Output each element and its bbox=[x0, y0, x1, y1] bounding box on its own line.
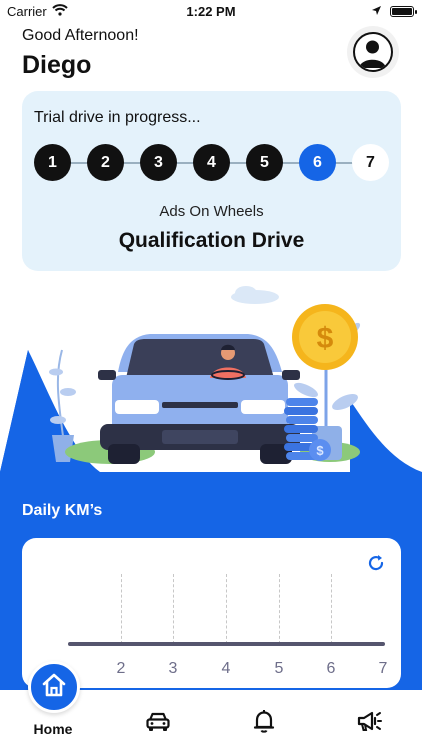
step-progress: 1 2 3 4 5 6 7 bbox=[34, 144, 389, 181]
grid-line bbox=[226, 574, 227, 644]
x-tick-label: 2 bbox=[116, 660, 126, 677]
tab-home-label: Home bbox=[33, 721, 73, 737]
tab-home[interactable] bbox=[28, 661, 80, 713]
step-1: 1 bbox=[34, 144, 71, 181]
daily-km-chart-card: 2 3 4 5 6 7 bbox=[22, 538, 401, 688]
status-time: 1:22 PM bbox=[186, 4, 236, 19]
step-2: 2 bbox=[87, 144, 124, 181]
daily-km-section: Daily KM’s 2 3 4 5 6 7 bbox=[0, 472, 422, 690]
user-icon bbox=[353, 32, 393, 72]
trial-title: Trial drive in progress... bbox=[34, 109, 201, 126]
step-4: 4 bbox=[193, 144, 230, 181]
step-6: 6 bbox=[299, 144, 336, 181]
x-tick-label: 3 bbox=[168, 660, 178, 677]
svg-text:$: $ bbox=[317, 322, 334, 355]
company-name: Ads On Wheels bbox=[159, 203, 264, 220]
megaphone-icon[interactable] bbox=[355, 707, 383, 735]
svg-text:$: $ bbox=[316, 443, 324, 458]
drive-name: Qualification Drive bbox=[118, 229, 305, 252]
chart-baseline bbox=[68, 642, 385, 646]
x-tick-label: 5 bbox=[274, 660, 284, 677]
home-icon bbox=[40, 671, 68, 704]
bell-icon[interactable] bbox=[250, 707, 278, 735]
greeting-text: Good Afternoon! bbox=[22, 27, 139, 44]
daily-km-title: Daily KM’s bbox=[22, 502, 103, 519]
refresh-icon[interactable] bbox=[365, 552, 387, 574]
trial-drive-card[interactable]: Trial drive in progress... 1 2 3 4 5 6 7… bbox=[22, 91, 401, 271]
grid-line bbox=[121, 574, 122, 644]
x-tick-label: 6 bbox=[326, 660, 336, 677]
step-7: 7 bbox=[352, 144, 389, 181]
car-icon[interactable] bbox=[144, 707, 172, 735]
step-5: 5 bbox=[246, 144, 283, 181]
step-3: 3 bbox=[140, 144, 177, 181]
status-right bbox=[371, 4, 417, 19]
x-tick-label: 7 bbox=[378, 660, 388, 677]
grid-line bbox=[173, 574, 174, 644]
x-tick-label: 4 bbox=[221, 660, 231, 677]
driver-illustration: $ $ bbox=[0, 280, 422, 480]
location-arrow-icon bbox=[371, 4, 382, 19]
avatar-button[interactable] bbox=[347, 26, 399, 78]
grid-line bbox=[331, 574, 332, 644]
grid-line bbox=[279, 574, 280, 644]
user-name: Diego bbox=[22, 51, 92, 79]
status-bar: Carrier 1:22 PM bbox=[0, 0, 422, 22]
battery-icon bbox=[390, 6, 417, 17]
